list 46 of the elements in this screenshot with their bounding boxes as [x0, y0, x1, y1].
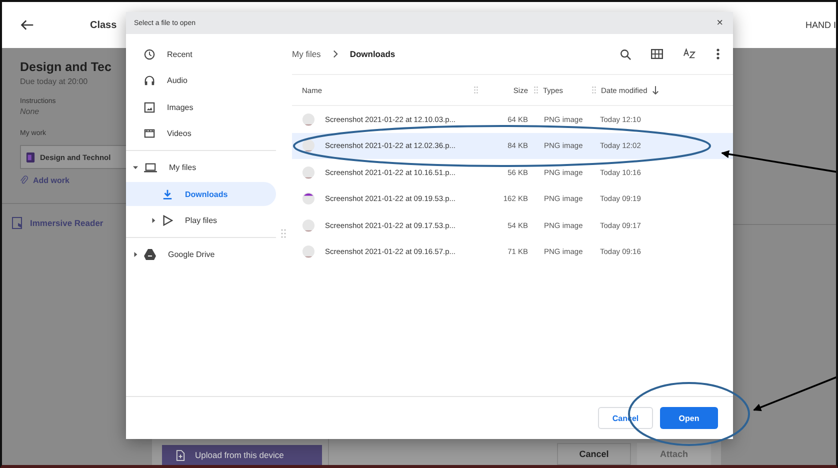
back-arrow-icon[interactable]: [20, 18, 34, 32]
sidebar-item[interactable]: Downloads: [126, 182, 276, 206]
paperclip-icon: [20, 175, 28, 185]
breadcrumb-item[interactable]: My files: [292, 49, 321, 59]
close-button[interactable]: ×: [716, 17, 723, 29]
grid-view-icon[interactable]: [651, 49, 663, 59]
play-icon: [162, 215, 173, 226]
column-resize-handle-icon[interactable]: [474, 86, 478, 94]
hand-in-button[interactable]: HAND I: [805, 20, 836, 30]
assignment-title: Design and Tec: [20, 60, 112, 74]
sidebar-item[interactable]: Recent: [126, 42, 276, 66]
instructions-text: None: [20, 107, 40, 116]
clock-icon: [144, 48, 155, 60]
sort-down-arrow-icon[interactable]: [652, 86, 660, 94]
image-thumbnail-icon: [302, 218, 315, 232]
sidebar-item[interactable]: Google Drive: [126, 242, 276, 267]
image-thumbnail-icon: [302, 192, 315, 206]
film-icon: [144, 128, 155, 140]
column-resize-handle-icon[interactable]: [592, 86, 596, 94]
image-thumbnail-icon: [302, 245, 315, 258]
image-thumbnail-icon: [302, 139, 315, 152]
upload-button[interactable]: Upload from this device: [162, 445, 322, 465]
search-icon[interactable]: [620, 48, 631, 60]
resize-handle-icon[interactable]: [280, 229, 286, 238]
due-date: Due today at 20:00: [20, 77, 89, 86]
document-icon: [26, 152, 35, 162]
more-menu-icon[interactable]: [716, 48, 720, 60]
image-thumbnail-icon: [302, 166, 315, 179]
cancel-button[interactable]: Cancel: [557, 443, 631, 465]
drive-icon: [144, 249, 156, 260]
sort-icon[interactable]: [683, 48, 696, 60]
breadcrumb-item[interactable]: Downloads: [350, 49, 396, 59]
file-icon: [176, 450, 185, 460]
chevron-right-icon: [332, 50, 338, 58]
reader-icon: [12, 217, 24, 229]
image-thumbnail-icon: [302, 112, 315, 126]
class-title: Class: [90, 20, 117, 30]
laptop-icon: [144, 162, 157, 174]
sidebar-item[interactable]: Videos: [126, 122, 276, 146]
sidebar-item[interactable]: Audio: [126, 68, 276, 93]
sidebar-item[interactable]: Images: [126, 95, 276, 120]
download-icon: [162, 188, 173, 200]
headphones-icon: [144, 75, 155, 86]
open-button[interactable]: Open: [660, 407, 718, 429]
image-icon: [144, 102, 155, 113]
column-resize-handle-icon[interactable]: [534, 86, 538, 94]
